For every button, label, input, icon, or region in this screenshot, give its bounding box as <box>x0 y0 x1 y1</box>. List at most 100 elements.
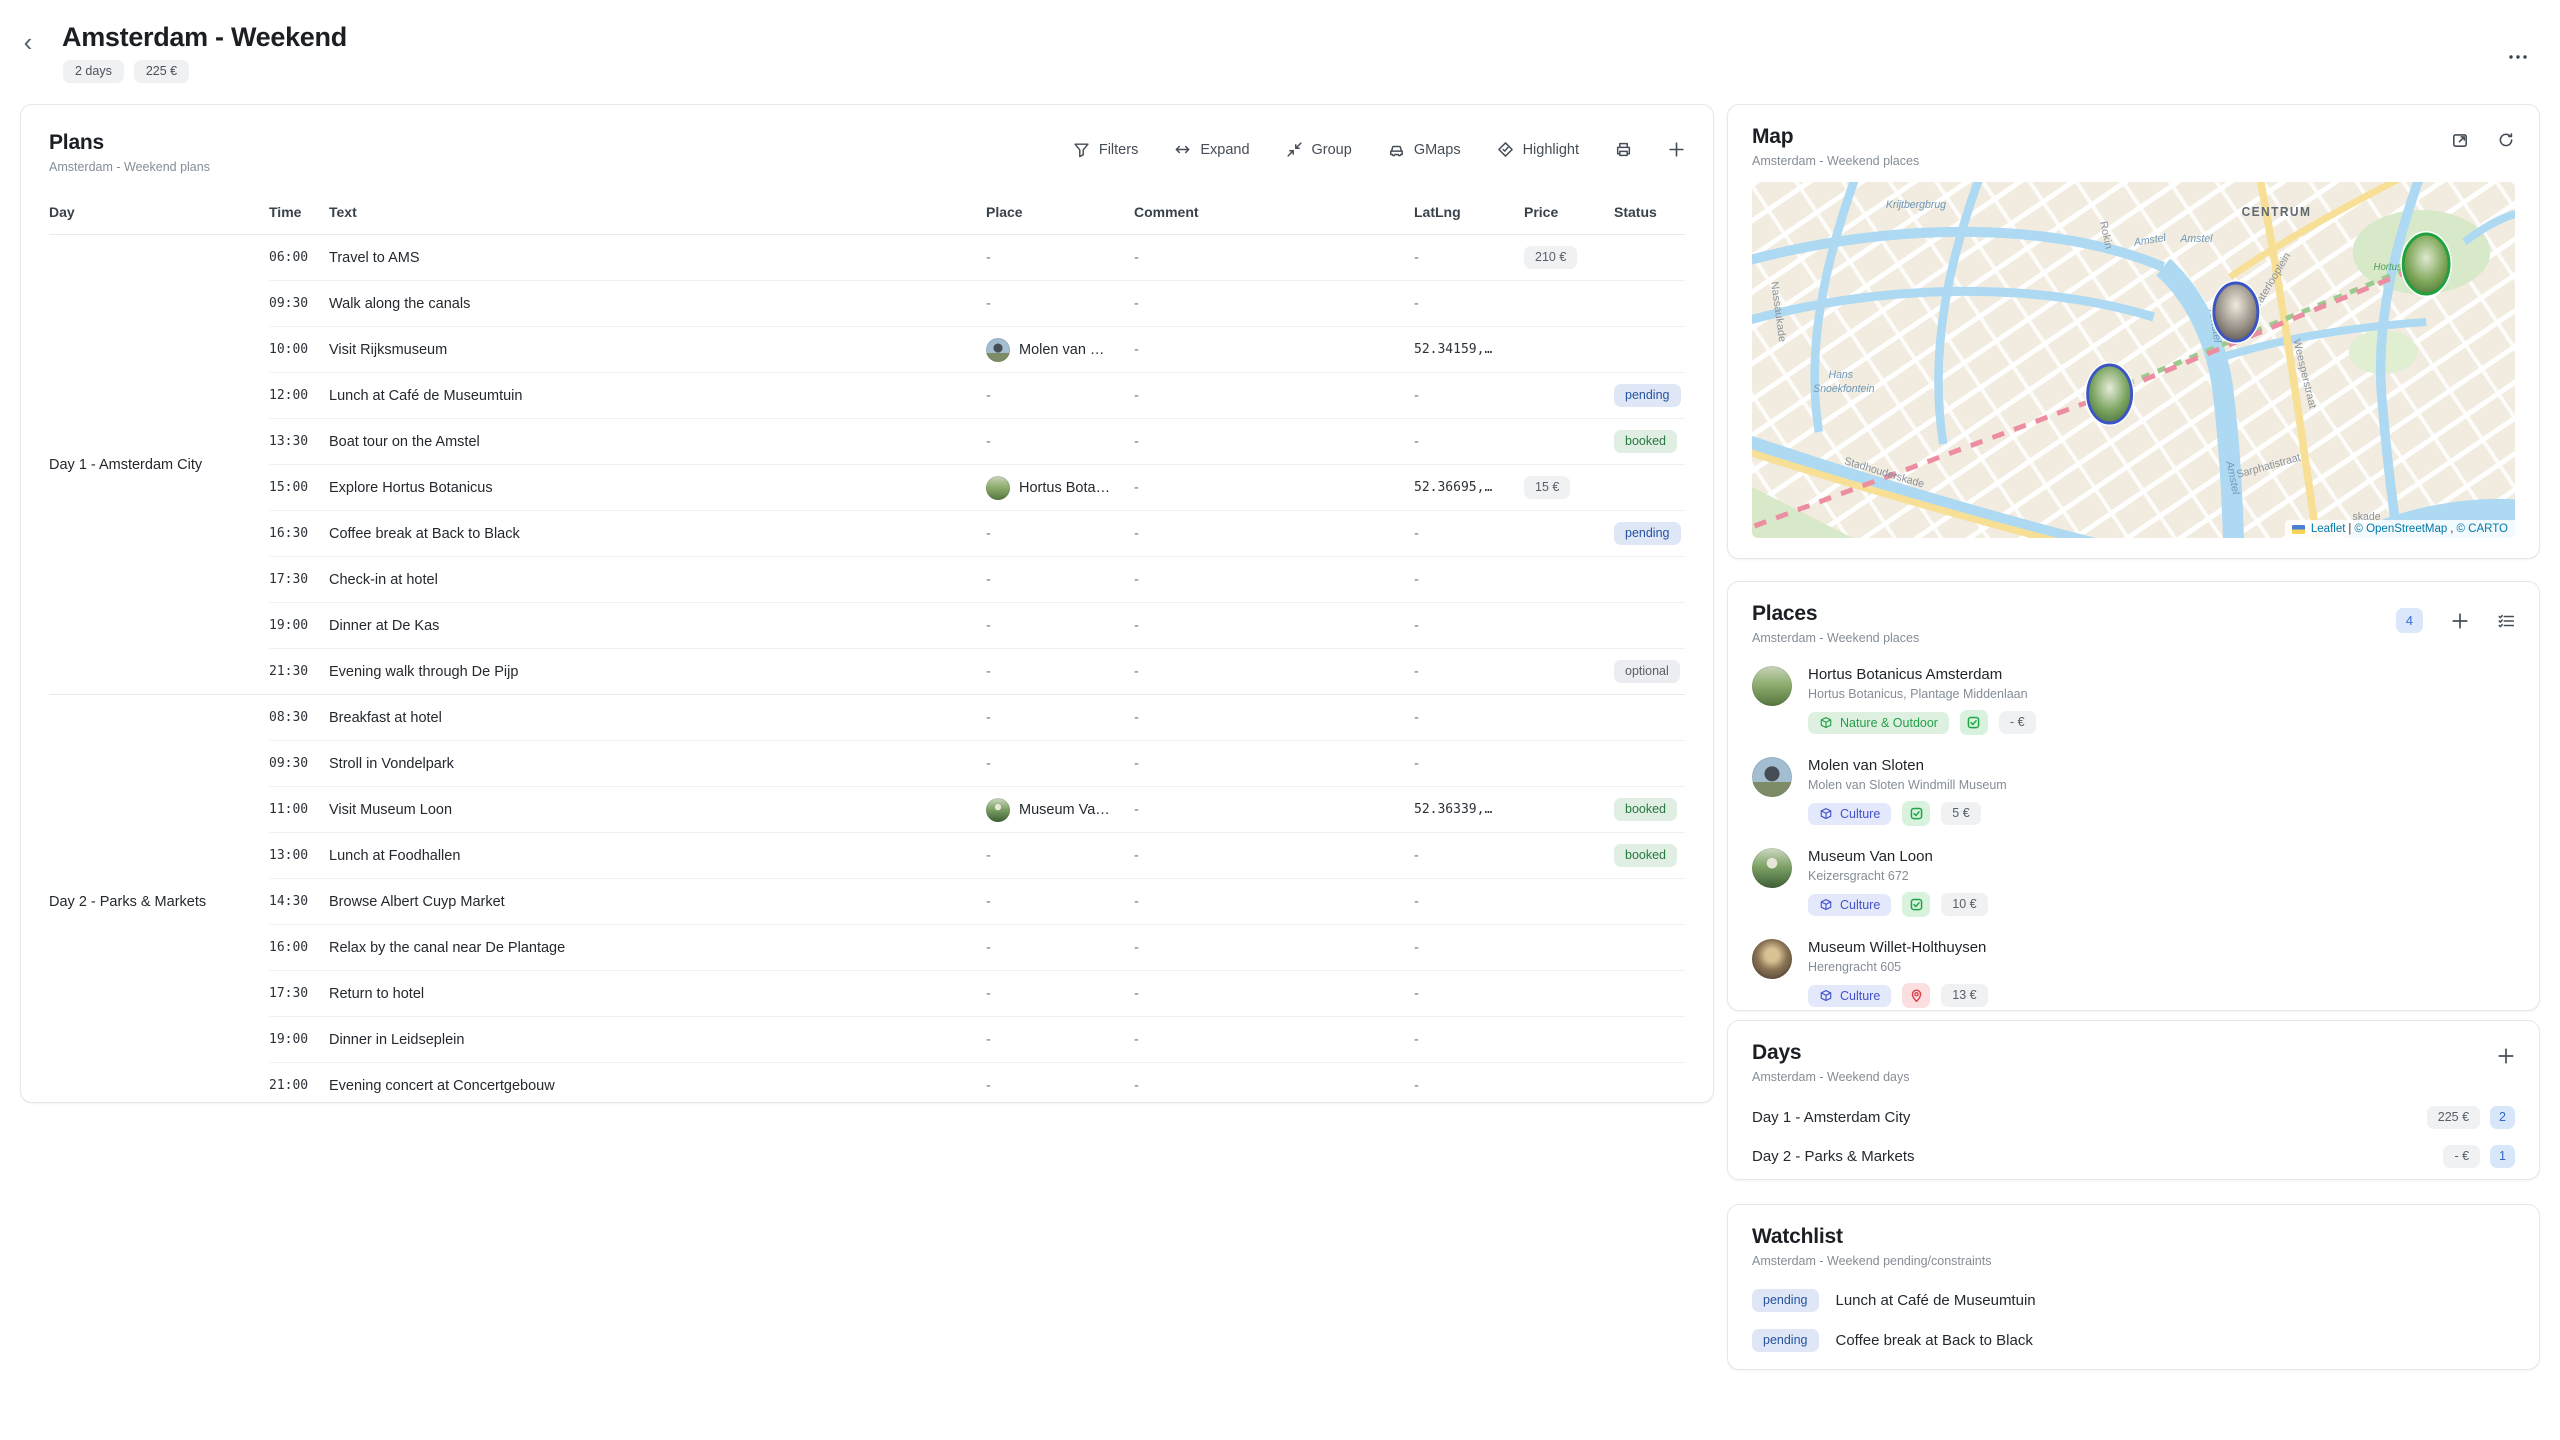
column-text: Text <box>329 204 986 220</box>
cube-icon <box>1819 807 1833 821</box>
plan-row[interactable]: 19:00Dinner in Leidseplein--- <box>269 1016 1685 1062</box>
plan-comment: - <box>1134 756 1414 772</box>
plans-toolbar: Filters Expand Group GMaps Highlight <box>1073 131 1685 158</box>
plan-latlng: - <box>1414 1078 1524 1094</box>
plan-row[interactable]: 19:00Dinner at De Kas--- <box>269 602 1685 648</box>
place-list-item[interactable]: Museum Willet-HolthuysenHerengracht 605C… <box>1752 928 2515 1019</box>
places-list: Hortus Botanicus AmsterdamHortus Botanic… <box>1752 655 2515 1019</box>
group-label: Group <box>1312 142 1352 158</box>
plan-latlng: - <box>1414 986 1524 1002</box>
plan-row[interactable]: 14:30Browse Albert Cuyp Market--- <box>269 878 1685 924</box>
plan-latlng: - <box>1414 296 1524 312</box>
plan-text: Check-in at hotel <box>329 572 986 588</box>
plan-row[interactable]: 16:30Coffee break at Back to Black---pen… <box>269 510 1685 556</box>
add-place-button[interactable] <box>2451 612 2469 630</box>
plan-row[interactable]: 11:00Visit Museum LoonMuseum Va…-52.3633… <box>269 786 1685 832</box>
back-button[interactable]: ‹ <box>14 28 42 56</box>
plan-row[interactable]: 13:00Lunch at Foodhallen---booked <box>269 832 1685 878</box>
day-list-item[interactable]: Day 2 - Parks & Markets- €1 <box>1752 1137 2515 1176</box>
plan-latlng: - <box>1414 572 1524 588</box>
plan-comment: - <box>1134 940 1414 956</box>
place-list-item[interactable]: Molen van Sloten Molen van Sloten Windmil… <box>1752 746 2515 837</box>
place-category-tag: Culture <box>1808 894 1891 916</box>
map-marker-van-loon[interactable] <box>2086 363 2134 425</box>
plan-row[interactable]: 21:00Evening concert at Concertgebouw--- <box>269 1062 1685 1108</box>
plan-row[interactable]: 09:30Stroll in Vondelpark--- <box>269 740 1685 786</box>
plan-row[interactable]: 09:30Walk along the canals--- <box>269 280 1685 326</box>
plan-time: 21:00 <box>269 1078 329 1093</box>
place-photo <box>1752 666 1792 706</box>
place-list-item[interactable]: Museum Van LoonKeizersgracht 672Culture1… <box>1752 837 2515 928</box>
plus-icon <box>1668 141 1685 158</box>
price-badge: 15 € <box>1524 476 1570 499</box>
gmaps-label: GMaps <box>1414 142 1461 158</box>
plan-text: Return to hotel <box>329 986 986 1002</box>
plan-place: Museum Va… <box>986 798 1134 822</box>
status-badge: pending <box>1614 384 1681 407</box>
plan-day-group: Day 2 - Parks & Markets08:30Breakfast at… <box>49 694 1685 1108</box>
plan-latlng: - <box>1414 710 1524 726</box>
plan-place: - <box>986 250 1134 266</box>
place-category-label: Culture <box>1840 807 1880 821</box>
map-label: Krijtbergbrug <box>1886 199 1946 211</box>
highlight-button[interactable]: Highlight <box>1497 141 1579 158</box>
leaflet-link[interactable]: Leaflet <box>2311 523 2346 535</box>
plan-row[interactable]: 10:00Visit RijksmuseumMolen van …-52.341… <box>269 326 1685 372</box>
map-refresh-button[interactable] <box>2497 131 2515 149</box>
add-plan-button[interactable] <box>1668 141 1685 158</box>
place-name: Molen van Sloten <box>1808 757 2007 774</box>
plan-row[interactable]: 06:00Travel to AMS---210 € <box>269 235 1685 280</box>
plan-status: optional <box>1614 660 1685 683</box>
ellipsis-icon <box>2508 54 2528 60</box>
plan-comment: - <box>1134 388 1414 404</box>
plan-place: - <box>986 296 1134 312</box>
osm-link[interactable]: © OpenStreetMap <box>2354 523 2447 535</box>
plans-header: Plans Amsterdam - Weekend plans <box>49 131 210 174</box>
plan-row[interactable]: 21:30Evening walk through De Pijp---opti… <box>269 648 1685 694</box>
day-list-item[interactable]: Day 1 - Amsterdam City225 €2 <box>1752 1098 2515 1137</box>
gmaps-button[interactable]: GMaps <box>1388 141 1461 158</box>
plan-time: 12:00 <box>269 388 329 403</box>
column-price: Price <box>1524 204 1614 220</box>
plan-time: 17:30 <box>269 986 329 1001</box>
carto-link[interactable]: © CARTO <box>2456 523 2508 535</box>
plan-text: Evening concert at Concertgebouw <box>329 1078 986 1094</box>
group-button[interactable]: Group <box>1286 141 1352 158</box>
map-canvas[interactable]: Krijtbergbrug Rokin Amstel Amstel CENTRU… <box>1752 182 2515 538</box>
expand-button[interactable]: Expand <box>1174 141 1249 158</box>
plan-latlng: - <box>1414 388 1524 404</box>
place-address: Keizersgracht 672 <box>1808 869 1988 883</box>
places-list-view-button[interactable] <box>2497 612 2515 630</box>
watchlist-item[interactable]: pendingCoffee break at Back to Black <box>1752 1320 2515 1360</box>
map-marker-hortus[interactable] <box>2401 232 2451 296</box>
expand-horizontal-icon <box>1174 141 1191 158</box>
overflow-menu-button[interactable] <box>2504 44 2532 67</box>
plan-row[interactable]: 12:00Lunch at Café de Museumtuin---pendi… <box>269 372 1685 418</box>
place-address: Molen van Sloten Windmill Museum <box>1808 778 2007 792</box>
days-title: Days <box>1752 1041 1909 1065</box>
plan-text: Walk along the canals <box>329 296 986 312</box>
map-label: Hans <box>1829 369 1854 381</box>
map-fullscreen-button[interactable] <box>2451 131 2469 149</box>
map-marker-willet[interactable] <box>2212 281 2260 343</box>
plan-latlng: - <box>1414 526 1524 542</box>
plan-row[interactable]: 08:30Breakfast at hotel--- <box>269 695 1685 740</box>
plan-status: pending <box>1614 522 1685 545</box>
plan-row[interactable]: 16:00Relax by the canal near De Plantage… <box>269 924 1685 970</box>
plan-row[interactable]: 17:30Return to hotel--- <box>269 970 1685 1016</box>
places-title: Places <box>1752 602 1919 626</box>
plan-row[interactable]: 17:30Check-in at hotel--- <box>269 556 1685 602</box>
plans-panel: Plans Amsterdam - Weekend plans Filters … <box>20 104 1714 1103</box>
watchlist-item[interactable]: pendingLunch at Café de Museumtuin <box>1752 1280 2515 1320</box>
add-day-button[interactable] <box>2497 1047 2515 1065</box>
plans-table-header: Day Time Text Place Comment LatLng Price… <box>49 190 1685 235</box>
print-button[interactable] <box>1615 141 1632 158</box>
place-price-badge: 5 € <box>1941 802 1980 825</box>
day-group-label: Day 2 - Parks & Markets <box>49 695 269 1108</box>
place-photo <box>1752 848 1792 888</box>
place-list-item[interactable]: Hortus Botanicus AmsterdamHortus Botanic… <box>1752 655 2515 746</box>
filters-button[interactable]: Filters <box>1073 141 1138 158</box>
plan-row[interactable]: 15:00Explore Hortus BotanicusHortus Bota… <box>269 464 1685 510</box>
plan-row[interactable]: 13:30Boat tour on the Amstel---booked <box>269 418 1685 464</box>
plan-time: 16:30 <box>269 526 329 541</box>
